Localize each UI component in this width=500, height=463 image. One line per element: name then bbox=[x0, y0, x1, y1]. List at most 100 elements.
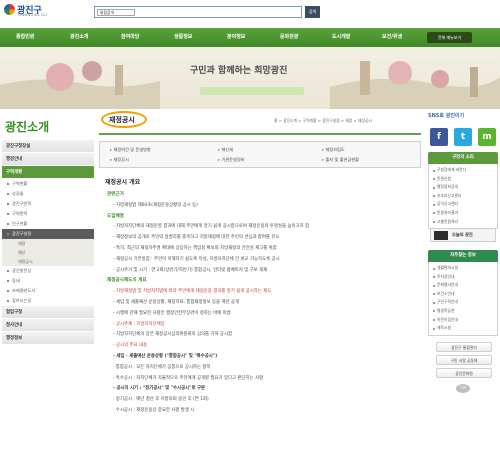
body-text-line: - 지방재정법 제60조(재정운용상황의 공시 등) bbox=[113, 202, 198, 208]
integrated-management-button[interactable]: 광진구 통합관리 bbox=[436, 342, 492, 352]
body-text-line: - 공시의 시기 : "정기공시" 및 "수시공시"로 구분 bbox=[113, 386, 206, 392]
subnav-link-investment[interactable]: 출자 및 출연금현황 bbox=[322, 157, 358, 163]
breadcrumb: 홈 > 광진소개 > 구역개황 > 광진구실정 > 재정 > 재정공시 bbox=[274, 118, 372, 123]
nav-item-health[interactable]: 보건/위생 bbox=[382, 28, 402, 47]
quick-link[interactable]: 공익신고센터 bbox=[429, 200, 497, 209]
quick-link[interactable]: 부조리신고센터 bbox=[429, 192, 497, 201]
body-text-line: - 지방자치단체의 장은 재정공시심의위원회의 심의를 거쳐 공시함 bbox=[113, 332, 233, 338]
civil-voice-list: 구청장에게 바란다 민원신청 행정정보공개 부조리신고센터 공익신고센터 민원처리결과 고충… bbox=[428, 164, 498, 230]
sns-title: SNS로 광진이기 bbox=[428, 113, 465, 119]
nav-item-intro[interactable]: 광진소개 bbox=[70, 28, 88, 47]
facebook-icon[interactable]: f bbox=[430, 128, 448, 146]
video-label: 오늘의 광진 bbox=[452, 232, 473, 237]
civil-voice-box-title: 구민의 소리 bbox=[428, 152, 498, 164]
sidebar-item[interactable]: 자매결연도시 bbox=[2, 286, 94, 296]
sidebar-item[interactable]: 예산 bbox=[2, 248, 94, 257]
sidebar-item[interactable]: 재정공시 bbox=[2, 257, 94, 266]
cultural-center-button[interactable]: 광진문화원 bbox=[436, 368, 492, 378]
sidebar-item[interactable]: 동네 bbox=[2, 276, 94, 286]
subsection-heading: 관련근거 bbox=[107, 192, 124, 197]
nav-item-field[interactable]: 분야정보 bbox=[227, 28, 245, 47]
video-link[interactable]: 오늘의 광진 bbox=[430, 228, 496, 242]
sidebar-item[interactable]: 광진구연혁 bbox=[2, 199, 94, 209]
search-button[interactable]: 검색 bbox=[305, 6, 320, 18]
subnav-link-operating-cost[interactable]: 기관운영경비 bbox=[218, 157, 244, 163]
nav-item-civil[interactable]: 종합민원 bbox=[16, 28, 34, 47]
body-text-line: - 공시주체 : 지방자치단체장 bbox=[113, 321, 165, 327]
quick-link[interactable]: 민원신청 bbox=[429, 175, 497, 184]
content-title-badge: 재정공시 bbox=[99, 111, 147, 128]
hero-banner: 구민과 함께하는 희망광진 bbox=[0, 47, 500, 109]
nav-item-culture[interactable]: 문화관광 bbox=[280, 28, 298, 47]
sidebar-item[interactable]: 찾아오는길 bbox=[2, 296, 94, 306]
quick-link[interactable]: 구인구직안내 bbox=[429, 298, 497, 307]
camera-icon bbox=[434, 231, 448, 240]
body-text-line: - 지방자치단체의 재정운영 결과에 대해 주민에게 알기 쉽게 공시함으로써 … bbox=[113, 224, 310, 230]
quick-link[interactable]: 체육시설 bbox=[429, 324, 497, 333]
quick-link[interactable]: 보건소안내 bbox=[429, 290, 497, 299]
banner-illustration bbox=[0, 61, 500, 109]
sidebar-item[interactable]: 행정안내 bbox=[2, 153, 94, 166]
body-text-line: - 세입 · 세출예산 운용상황 ("통합공시" 및 "특수공시") bbox=[113, 354, 218, 359]
nav-item-life[interactable]: 생활정보 bbox=[174, 28, 192, 47]
body-text-line: - 공시주기 및 시기 : 연 2회(상반기/하반기) 통합공시, 인터넷 홈페… bbox=[113, 267, 268, 273]
sidebar-item[interactable]: 재정 bbox=[2, 239, 94, 248]
title-divider bbox=[99, 133, 421, 135]
section-title: 재정공시 개요 bbox=[105, 179, 141, 186]
body-text-line: - 세입 및 세출예산 운용상황, 재정지표, 통합재정정보 등을 매년 공개 bbox=[113, 300, 240, 305]
subsection-heading: 도입배경 bbox=[107, 213, 124, 219]
frequent-info-box-title: 자주찾는 정보 bbox=[428, 250, 498, 262]
frequent-info-list: 생활편의시설 주차장안내 문화행사안내 보건소안내 구인구직안내 평생학습관 어린이집안내 체… bbox=[428, 262, 498, 336]
search-scope-select[interactable]: 통합검색 bbox=[97, 9, 135, 16]
body-text-line: - 공시의 주요 내용 bbox=[113, 343, 148, 349]
subsection-heading: 재정공시제도의 개요 bbox=[107, 278, 147, 284]
quick-link[interactable]: 어린이집안내 bbox=[429, 316, 497, 325]
sidebar-item[interactable]: 광진발전상 bbox=[2, 266, 94, 276]
sidebar-item[interactable]: 광진구청장실 bbox=[2, 140, 94, 153]
sidebar-item[interactable]: 구역현황 bbox=[2, 179, 94, 189]
quick-link[interactable]: 구청장에게 바란다 bbox=[429, 166, 497, 175]
logo-subtitle: GWANGJIN-GU bbox=[18, 13, 48, 17]
banner-slogan: 구민과 함께하는 희망광진 bbox=[190, 66, 288, 76]
sidebar-item[interactable]: 행정정보 bbox=[2, 332, 94, 345]
me2day-icon[interactable]: m bbox=[478, 128, 496, 146]
quick-link[interactable]: 생활편의시설 bbox=[429, 264, 497, 273]
sidebar-item[interactable]: 협업구청 bbox=[2, 306, 94, 319]
scroll-top-button[interactable]: TOP bbox=[456, 384, 470, 393]
body-text-line: - 지방재정법 및 지방자치법에 따라 주민에게 재정운용 결과를 알기 쉽게 … bbox=[113, 289, 272, 295]
subnav-link-property-tax[interactable]: 재산세 bbox=[218, 147, 233, 153]
logo-emblem-icon bbox=[4, 4, 15, 15]
sidebar-item[interactable]: 구역개황 bbox=[2, 166, 94, 179]
body-text-line: · 특수공시 : 자치단체가 자율적으로 주민에게 공개할 필요가 있다고 판단… bbox=[113, 375, 264, 381]
sidebar-item[interactable]: 청사안내 bbox=[2, 319, 94, 332]
sub-navigation: 재정여건 및 운영방향 재산세 재정자립도 재정공시 기관운영경비 출자 및 출… bbox=[99, 141, 421, 168]
subnav-link-self-reliance[interactable]: 재정자립도 bbox=[322, 147, 344, 153]
all-menu-button[interactable]: 전체 메뉴보기 bbox=[427, 32, 472, 43]
body-text-line: - 재정공시 기본방침 : 주민이 이해하기 쉽도록 작성, 지방자치단체 간 … bbox=[113, 256, 280, 262]
sidebar-item[interactable]: 인구현황 bbox=[2, 219, 94, 229]
subnav-link-fiscal-direction[interactable]: 재정여건 및 운영방향 bbox=[110, 147, 150, 153]
twitter-icon[interactable]: t bbox=[454, 128, 472, 146]
quick-link[interactable]: 문화행사안내 bbox=[429, 281, 497, 290]
content-title: 재정공시 bbox=[109, 116, 135, 124]
search-input[interactable]: 통합검색 bbox=[94, 6, 302, 18]
sidebar-item[interactable]: 상징물 bbox=[2, 189, 94, 199]
main-content: 재정공시 홈 > 광진소개 > 구역개황 > 광진구실정 > 재정 > 재정공시… bbox=[99, 111, 421, 463]
nav-item-urban[interactable]: 도시개발 bbox=[332, 28, 350, 47]
quick-link[interactable]: 행정정보공개 bbox=[429, 183, 497, 192]
quick-link[interactable]: 평생학습관 bbox=[429, 307, 497, 316]
community-button[interactable]: 구민 사랑 공동체 bbox=[436, 355, 492, 365]
subnav-link-disclosure[interactable]: 재정공시 bbox=[110, 157, 128, 163]
quick-link[interactable]: 민원처리결과 bbox=[429, 209, 497, 218]
page-title: 광진소개 bbox=[5, 120, 50, 134]
sidebar-item[interactable]: 구역면적 bbox=[2, 209, 94, 219]
sidebar-item[interactable]: 광진구실정 bbox=[2, 229, 94, 239]
quick-link[interactable]: 고충민원처리 bbox=[429, 218, 497, 227]
body-text-line: · 수시공시 : 재정운용상 중요한 사항 발생 시 bbox=[113, 408, 195, 413]
body-text-line: · 통합공시 : 모든 자치단체가 공통으로 공시하는 항목 bbox=[113, 364, 211, 370]
site-logo[interactable]: 광진구 GWANGJIN-GU bbox=[4, 3, 64, 19]
main-nav: 종합민원 광진소개 참여마당 생활정보 분야정보 문화관광 도시개발 보건/위생… bbox=[0, 28, 500, 47]
nav-item-participation[interactable]: 참여마당 bbox=[121, 28, 139, 47]
quick-link[interactable]: 주차장안내 bbox=[429, 273, 497, 282]
body-text-line: - 재정정보의 공개로 주민의 알권리를 충족하고 지방재정에 대한 주민의 관… bbox=[113, 235, 280, 241]
